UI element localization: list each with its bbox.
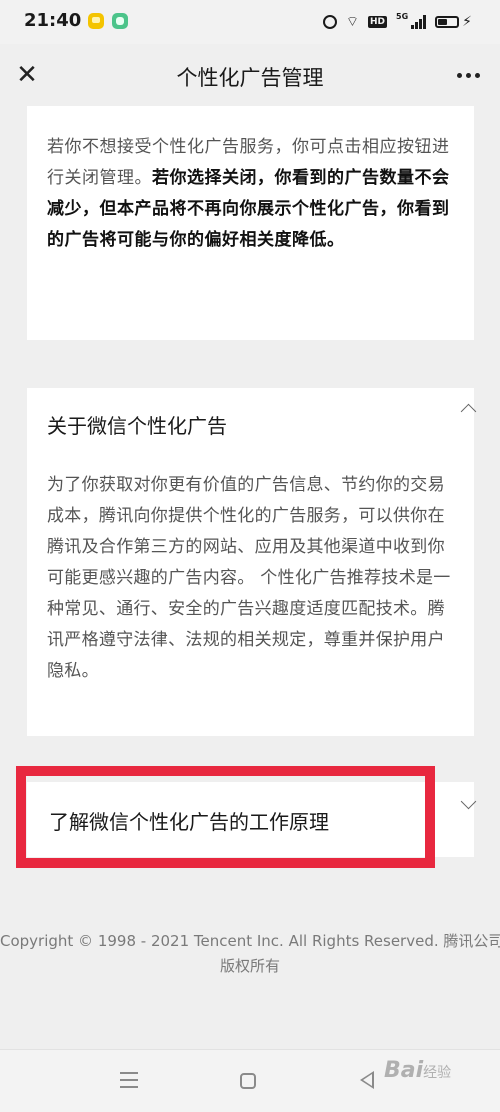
- more-dots-icon[interactable]: [448, 58, 488, 92]
- hd-badge: HD: [368, 16, 388, 28]
- about-wechat-ads-section: 关于微信个性化广告 为了你获取对你更有价值的广告信息、节约你的交易成本，腾讯向你…: [27, 388, 474, 736]
- wifi-icon: ⌔: [345, 14, 359, 30]
- alarm-icon: [322, 15, 337, 29]
- baidu-watermark: Bai经验: [384, 1058, 451, 1083]
- about-wechat-ads-title[interactable]: 关于微信个性化广告: [47, 410, 227, 439]
- notification-app-icon: [112, 13, 128, 29]
- copyright-line: 版权所有: [219, 957, 280, 975]
- notification-app-icon: [88, 13, 104, 29]
- back-icon[interactable]: [360, 1071, 374, 1089]
- status-time: 21:40: [24, 10, 82, 31]
- highlight-annotation: [16, 766, 435, 868]
- menu-icon[interactable]: [120, 1072, 138, 1093]
- opt-out-info-text: 若你不想接受个性化广告服务，你可点击相应按钮进行关闭管理。若你选择关闭，你看到的…: [47, 132, 454, 256]
- network-type: 5G: [396, 12, 409, 21]
- copyright-line: Copyright © 1998 - 2021 Tencent Inc. All…: [0, 932, 500, 950]
- signal-icon: [411, 15, 427, 29]
- status-bar: 21:40 ⌔ HD 5G ⚡: [0, 0, 500, 44]
- watermark-brand: Bai: [384, 1058, 424, 1083]
- copyright-footer: Copyright © 1998 - 2021 Tencent Inc. All…: [0, 929, 500, 979]
- opt-out-info-card: 若你不想接受个性化广告服务，你可点击相应按钮进行关闭管理。若你选择关闭，你看到的…: [27, 106, 474, 340]
- home-icon[interactable]: [240, 1073, 256, 1089]
- page-title: 个性化广告管理: [176, 66, 324, 90]
- lightning-icon: ⚡: [462, 14, 472, 30]
- status-icons: ⌔ HD 5G ⚡: [322, 12, 472, 32]
- watermark-suffix: 经验: [423, 1065, 452, 1081]
- nav-bar: ✕ 个性化广告管理: [0, 44, 500, 106]
- about-wechat-ads-body: 为了你获取对你更有价值的广告信息、节约你的交易成本，腾讯向你提供个性化的广告服务…: [47, 475, 451, 681]
- battery-icon: [435, 16, 460, 28]
